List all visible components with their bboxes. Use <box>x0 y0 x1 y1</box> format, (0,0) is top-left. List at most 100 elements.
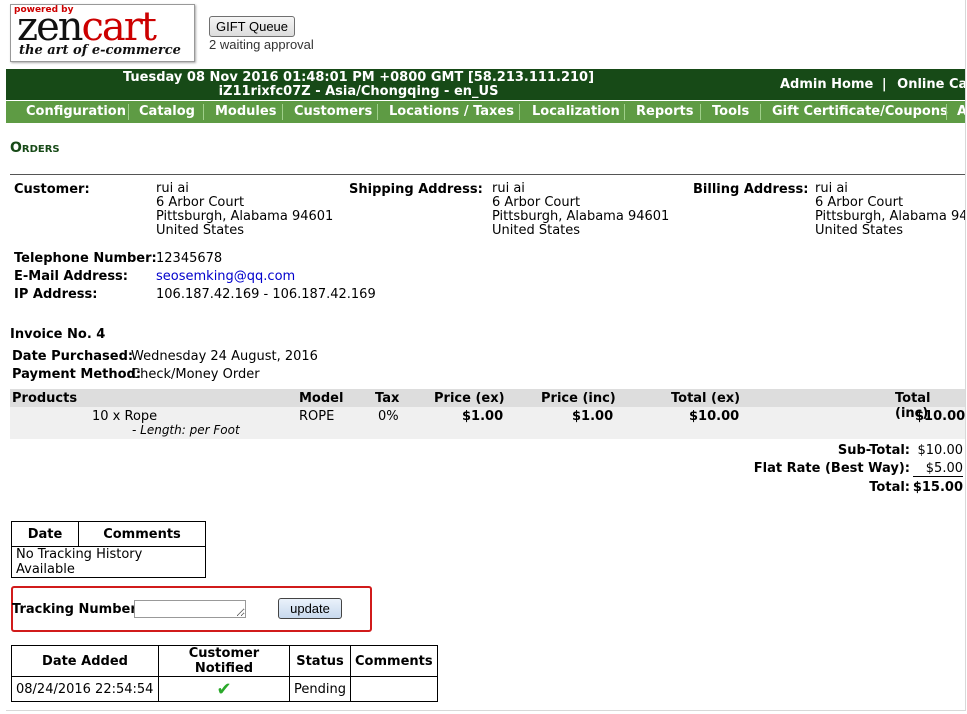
menu-locations-taxes[interactable]: Locations / Taxes <box>389 104 514 119</box>
customer-label: Customer: <box>14 182 90 197</box>
header-link-separator: | <box>881 77 887 92</box>
tracking-empty-message: No Tracking History Available <box>11 546 206 578</box>
billing-street: 6 Arbor Court <box>815 195 904 210</box>
tracking-comments-header: Comments <box>78 521 206 547</box>
update-button[interactable]: update <box>278 598 342 619</box>
shipping-name: rui ai <box>492 181 525 196</box>
product-attribute: - Length: per Foot <box>132 423 240 437</box>
server-info: iZ11rixfc07Z - Asia/Chongqing - en_US <box>218 84 499 99</box>
customer-address: rui ai 6 Arbor Court Pittsburgh, Alabama… <box>156 182 333 238</box>
menu-separator <box>624 104 625 120</box>
shipping-street: 6 Arbor Court <box>492 195 581 210</box>
invoice-number: Invoice No. 4 <box>10 327 106 342</box>
history-date-added: 08/24/2016 22:54:54 <box>11 676 159 702</box>
col-total-ex: Total (ex) <box>671 391 741 406</box>
menu-catalog[interactable]: Catalog <box>139 104 195 119</box>
comments-header: Comments <box>350 645 438 677</box>
status-header: Status <box>289 645 351 677</box>
divider <box>10 174 965 175</box>
menu-configuration[interactable]: Configuration <box>26 104 126 119</box>
menu-separator <box>377 104 378 120</box>
total-value: $15.00 <box>912 480 963 495</box>
menu-separator <box>700 104 701 120</box>
col-tax: Tax <box>375 391 400 406</box>
tracking-number-input[interactable] <box>134 600 246 618</box>
tracking-date-header: Date <box>11 521 79 547</box>
col-model: Model <box>299 391 344 406</box>
history-comments <box>350 676 438 702</box>
online-catalog-link[interactable]: Online Catalo <box>897 77 965 92</box>
col-price-ex: Price (ex) <box>434 391 505 406</box>
product-total-ex: $10.00 <box>689 409 740 424</box>
menu-separator <box>946 104 947 120</box>
admin-home-link[interactable]: Admin Home <box>780 77 873 92</box>
payment-method-label: Payment Method: <box>12 367 142 382</box>
product-total-inc: $10.00 <box>915 409 966 424</box>
menu-more[interactable]: A <box>957 104 965 119</box>
logo-tagline: the art of e-commerce <box>19 43 181 58</box>
billing-name: rui ai <box>815 182 848 196</box>
subtotal-label: Sub-Total: <box>837 443 910 458</box>
admin-page: powered by zencart the art of e-commerce… <box>6 0 966 711</box>
menu-separator <box>128 104 129 120</box>
server-datetime: Tuesday 08 Nov 2016 01:48:01 PM +0800 GM… <box>122 70 595 85</box>
col-price-inc: Price (inc) <box>541 391 616 406</box>
customer-name: rui ai <box>156 181 189 196</box>
date-purchased-label: Date Purchased: <box>12 349 134 364</box>
customer-street: 6 Arbor Court <box>156 195 245 210</box>
shipping-city: Pittsburgh, Alabama 94601 <box>492 209 670 224</box>
tracking-history-table: Date Comments No Tracking History Availa… <box>11 521 206 578</box>
ip-label: IP Address: <box>14 287 98 302</box>
page-title: Orders <box>10 140 60 156</box>
subtotal-value: $10.00 <box>917 443 964 458</box>
shipping-label: Shipping Address: <box>349 182 483 197</box>
main-menu: Configuration Catalog Modules Customers … <box>6 101 965 123</box>
menu-localization[interactable]: Localization <box>532 104 620 119</box>
shipping-country: United States <box>492 223 581 238</box>
billing-label: Billing Address: <box>693 182 809 197</box>
product-price-ex: $1.00 <box>462 409 504 424</box>
email-label: E-Mail Address: <box>14 269 128 284</box>
shipping-cost-value: $5.00 <box>913 461 963 477</box>
date-added-header: Date Added <box>11 645 159 677</box>
date-purchased-value: Wednesday 24 August, 2016 <box>131 349 318 364</box>
billing-country: United States <box>815 223 904 238</box>
billing-city: Pittsburgh, Alabama 946 <box>815 209 965 224</box>
shipping-cost-label: Flat Rate (Best Way): <box>753 461 910 476</box>
payment-method-value: Check/Money Order <box>131 367 260 382</box>
gift-queue-status: 2 waiting approval <box>209 37 314 52</box>
product-tax: 0% <box>378 409 399 424</box>
menu-reports[interactable]: Reports <box>636 104 693 119</box>
col-products: Products <box>12 391 78 406</box>
billing-address: rui ai 6 Arbor Court Pittsburgh, Alabama… <box>815 182 965 238</box>
gift-queue-button[interactable]: GIFT Queue <box>209 16 296 37</box>
customer-notified-header: Customer Notified <box>158 645 290 677</box>
menu-separator <box>203 104 204 120</box>
shipping-address: rui ai 6 Arbor Court Pittsburgh, Alabama… <box>492 182 669 238</box>
history-status: Pending <box>289 676 351 702</box>
customer-country: United States <box>156 223 245 238</box>
customer-city: Pittsburgh, Alabama 94601 <box>156 209 334 224</box>
product-name: 10 x Rope <box>92 409 158 424</box>
email-link[interactable]: seosemking@qq.com <box>156 269 295 284</box>
telephone-value: 12345678 <box>156 251 223 266</box>
total-label: Total: <box>869 480 910 495</box>
history-notified: ✔ <box>158 676 290 702</box>
menu-gift-certificates[interactable]: Gift Certificate/Coupons <box>772 104 948 119</box>
header-links: Admin Home | Online Catalo <box>780 77 965 92</box>
logo-wordmark: zencart <box>17 7 157 47</box>
zencart-logo[interactable]: powered by zencart the art of e-commerce <box>10 4 195 62</box>
status-history-table: Date Added Customer Notified Status Comm… <box>11 645 438 702</box>
menu-customers[interactable]: Customers <box>294 104 372 119</box>
menu-tools[interactable]: Tools <box>712 104 749 119</box>
telephone-label: Telephone Number: <box>14 251 157 266</box>
product-model: ROPE <box>299 409 335 424</box>
menu-separator <box>519 104 520 120</box>
menu-separator <box>282 104 283 120</box>
menu-modules[interactable]: Modules <box>215 104 276 119</box>
header-datetime: Tuesday 08 Nov 2016 01:48:01 PM +0800 GM… <box>6 71 711 99</box>
checkmark-icon: ✔ <box>216 678 232 700</box>
menu-separator <box>760 104 761 120</box>
ip-value: 106.187.42.169 - 106.187.42.169 <box>156 287 376 302</box>
tracking-number-label: Tracking Number: <box>12 602 142 617</box>
